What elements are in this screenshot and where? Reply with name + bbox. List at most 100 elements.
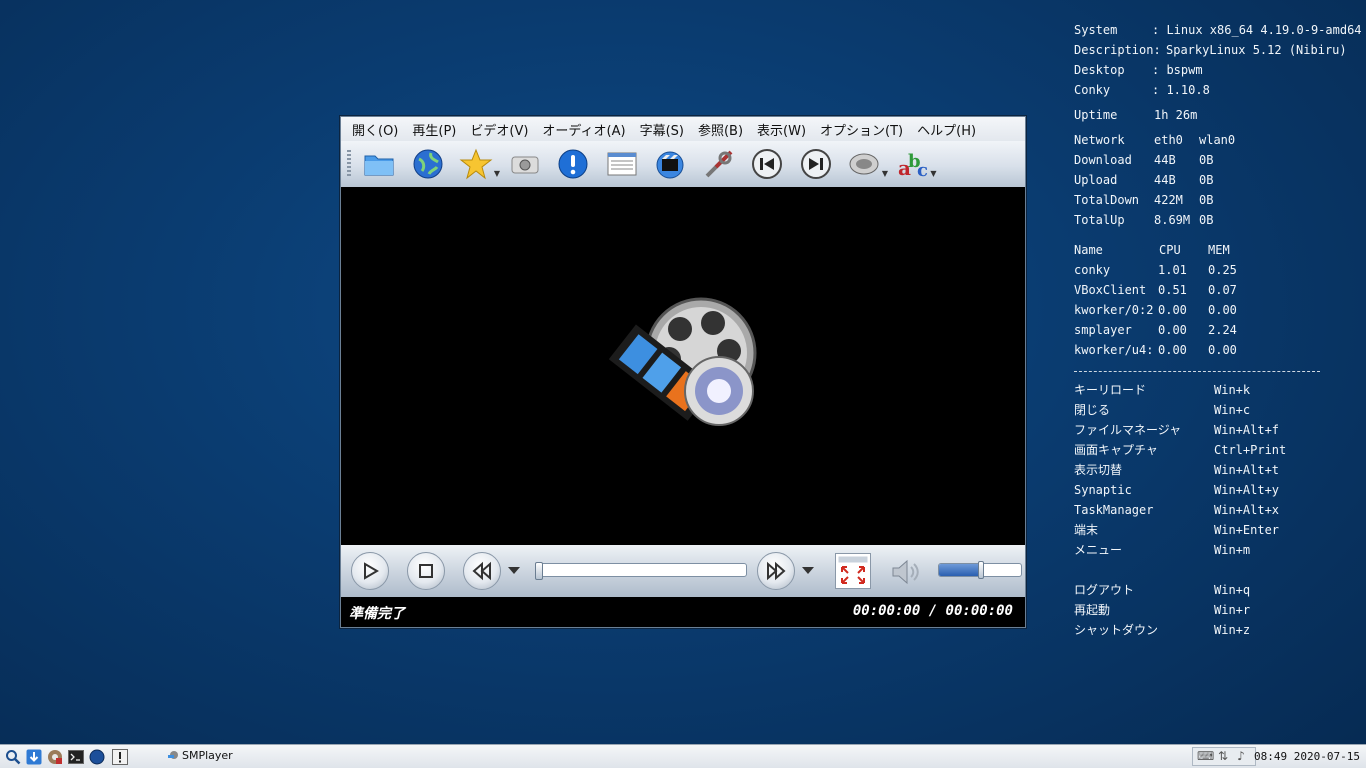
rewind-icon: [472, 561, 491, 581]
volume-handle[interactable]: [978, 561, 984, 579]
shortcut-label: 閉じる: [1074, 403, 1111, 417]
toolbar-grip[interactable]: [347, 150, 351, 178]
chevron-down-icon: ▼: [930, 169, 937, 178]
conky-uptime-label: Uptime: [1074, 108, 1118, 122]
shortcut-key: Win+m: [1214, 543, 1251, 557]
menu-subtitles[interactable]: 字幕(S): [633, 118, 691, 141]
net-upload-wlan0: 0B: [1199, 173, 1214, 187]
proc-name: conky: [1074, 263, 1111, 277]
seek-handle[interactable]: [535, 562, 543, 580]
chevron-down-icon: ▼: [493, 169, 500, 178]
net-header-col1: eth0: [1154, 133, 1183, 147]
proc-header-cpu: CPU: [1159, 243, 1181, 257]
play-button[interactable]: [351, 552, 389, 590]
open-url-button[interactable]: [408, 144, 448, 184]
net-totalup-label: TotalUp: [1074, 213, 1125, 227]
conky-separator: [1074, 371, 1320, 373]
proc-mem: 0.07: [1208, 283, 1237, 297]
menu-audio[interactable]: オーディオ(A): [535, 118, 632, 141]
conky-desktop-label: Desktop: [1074, 63, 1125, 77]
taskbar-task-smplayer[interactable]: SMPlayer: [168, 749, 233, 762]
proc-mem: 2.24: [1208, 323, 1237, 337]
proc-mem: 0.00: [1208, 303, 1237, 317]
clock[interactable]: 08:49 2020-07-15: [1254, 750, 1360, 763]
video-button[interactable]: [650, 144, 690, 184]
rewind-menu-chevron-icon[interactable]: [508, 567, 520, 574]
screenshot-button[interactable]: [505, 144, 545, 184]
forward-button[interactable]: [757, 552, 795, 590]
play-icon: [364, 562, 379, 580]
proc-header-mem: MEM: [1208, 243, 1230, 257]
forward-menu-chevron-icon[interactable]: [802, 567, 814, 574]
menu-play[interactable]: 再生(P): [405, 118, 463, 141]
shortcut-key: Win+Alt+y: [1214, 483, 1280, 497]
keyboard-icon[interactable]: ⌨: [1197, 749, 1214, 765]
menu-open[interactable]: 開く(O): [345, 118, 405, 141]
system-tray: ⌨ ⇅ ♪: [1192, 747, 1256, 766]
shortcut-key: Win+Enter: [1214, 523, 1280, 537]
terminal-launcher[interactable]: [67, 748, 84, 765]
playlist-button[interactable]: [602, 144, 642, 184]
net-totalup-wlan0: 0B: [1199, 213, 1214, 227]
fullscreen-button[interactable]: [835, 553, 871, 589]
seek-bar[interactable]: [535, 562, 747, 580]
main-toolbar: ▼ ▼ abc ▼: [341, 141, 1025, 187]
shortcut-label: キーリロード: [1074, 383, 1147, 397]
net-totaldown-eth0: 422M: [1154, 193, 1183, 207]
smplayer-small-icon: [168, 751, 178, 759]
previous-button[interactable]: [747, 144, 787, 184]
network-icon[interactable]: ⇅: [1215, 749, 1231, 765]
alert-launcher[interactable]: [111, 748, 128, 765]
exclamation-icon: [558, 149, 588, 179]
browser-launcher[interactable]: [88, 748, 105, 765]
compass-icon: [89, 749, 104, 764]
favorites-button[interactable]: ▼: [456, 144, 500, 184]
video-area[interactable]: [341, 187, 1025, 545]
subtitle-track-button[interactable]: abc ▼: [893, 144, 937, 184]
conky-uptime-value: 1h 26m: [1154, 108, 1198, 122]
shortcut-label: ファイルマネージャ: [1074, 423, 1182, 437]
net-totaldown-label: TotalDown: [1074, 193, 1140, 207]
proc-name: kworker/0:2: [1074, 303, 1154, 317]
stop-button[interactable]: [407, 552, 445, 590]
mute-button[interactable]: [889, 555, 923, 589]
proc-cpu: 0.00: [1158, 323, 1187, 337]
globe-icon: [413, 149, 442, 179]
net-upload-eth0: 44B: [1154, 173, 1176, 187]
camera-icon: [511, 156, 538, 174]
conky-system-value: : Linux x86_64 4.19.0-9-amd64: [1152, 23, 1362, 37]
audio-track-button[interactable]: ▼: [844, 144, 888, 184]
task-label: SMPlayer: [182, 749, 233, 762]
preferences-button[interactable]: [699, 144, 739, 184]
download-icon: [26, 749, 41, 764]
package-launcher[interactable]: [46, 748, 63, 765]
menu-help[interactable]: ヘルプ(H): [910, 118, 983, 141]
abc-icon: abc: [898, 151, 928, 181]
next-button[interactable]: [796, 144, 836, 184]
package-manager-icon: [47, 749, 62, 764]
session-label: ログアウト: [1074, 583, 1135, 597]
menu-options[interactable]: オプション(T): [813, 118, 910, 141]
menu-video[interactable]: ビデオ(V): [463, 118, 535, 141]
session-key: Win+z: [1214, 623, 1251, 637]
menu-view[interactable]: 表示(W): [750, 118, 813, 141]
time-display: 00:00:00 / 00:00:00: [852, 603, 1013, 619]
shortcut-label: 端末: [1074, 523, 1099, 537]
session-key: Win+r: [1214, 603, 1251, 617]
net-download-eth0: 44B: [1154, 153, 1176, 167]
info-button[interactable]: [553, 144, 593, 184]
svg-text:c: c: [917, 160, 928, 181]
session-key: Win+q: [1214, 583, 1251, 597]
control-bar: [341, 545, 1025, 597]
search-launcher[interactable]: [4, 748, 21, 765]
session-label: シャットダウン: [1074, 623, 1159, 637]
rewind-button[interactable]: [463, 552, 501, 590]
open-file-button[interactable]: [359, 144, 399, 184]
conky-description-label: Description:: [1074, 43, 1161, 57]
shortcut-label: Synaptic: [1074, 483, 1132, 497]
fast-forward-icon: [767, 561, 786, 581]
menu-browse[interactable]: 参照(B): [691, 118, 750, 141]
download-launcher[interactable]: [25, 748, 42, 765]
shortcut-key: Win+Alt+x: [1214, 503, 1280, 517]
volume-tray-icon[interactable]: ♪: [1233, 749, 1249, 765]
